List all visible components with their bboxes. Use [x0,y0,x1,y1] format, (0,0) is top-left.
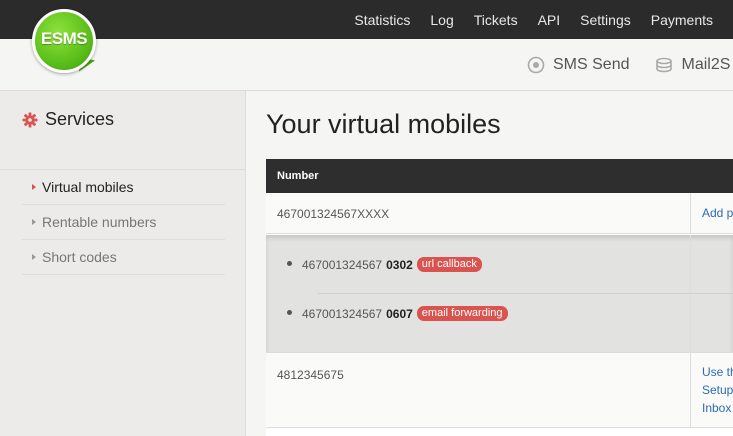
column-header-number: Number [277,170,319,182]
row-actions: Add p [690,193,733,233]
caret-right-icon [32,254,36,260]
nav-settings[interactable]: Settings [580,12,631,28]
subnumber-suffix: 0607 [386,306,413,321]
table-row[interactable]: 467001324567XXXX Add p [266,193,733,234]
caret-right-icon [32,219,36,225]
nav-payments[interactable]: Payments [651,12,713,28]
sidebar-item-virtual-mobiles[interactable]: Virtual mobiles [22,170,225,205]
nav-statistics[interactable]: Statistics [354,12,410,28]
row-action-links: Use th Setup Inbox [691,353,733,417]
main-content: Your virtual mobiles Number 467001324567… [246,91,733,436]
subnumber-prefix: 467001324567 [302,306,383,321]
bullet-icon [287,261,292,266]
row-number: 467001324567XXXX [277,207,390,221]
subnumber-item[interactable]: 467001324567 0607 email forwarding [287,306,508,321]
inbox-link[interactable]: Inbox [691,399,733,417]
row-number: 4812345675 [277,368,344,382]
subnumber-prefix: 467001324567 [302,257,383,272]
logo-text: ESMS [40,29,88,48]
page-title: Your virtual mobiles [266,109,501,139]
setup-link[interactable]: Setup [691,381,733,399]
add-link[interactable]: Add p [691,193,733,221]
virtual-mobiles-table: Number 467001324567XXXX Add p 4670013245… [266,159,733,436]
caret-right-icon [32,184,36,190]
gear-icon [22,112,38,127]
sidebar-title: Services [22,109,114,130]
use-link[interactable]: Use th [691,363,733,381]
top-nav: Statistics Log Tickets API Settings Paym… [354,0,713,39]
header-bar: SMS Send Mail2S [0,39,733,91]
nav-api[interactable]: API [538,12,561,28]
sidebar-item-label: Rentable numbers [42,214,157,230]
mail2sms-label: Mail2S [681,56,731,73]
nav-log[interactable]: Log [430,12,453,28]
sidebar-item-label: Virtual mobiles [42,179,134,195]
top-navbar: Statistics Log Tickets API Settings Paym… [0,0,733,39]
email-forwarding-badge: email forwarding [416,306,508,321]
sidebar-item-short-codes[interactable]: Short codes [22,240,225,275]
mail2sms-link[interactable]: Mail2S [655,56,730,74]
sidebar: Services Virtual mobiles Rentable number… [0,91,246,436]
sidebar-item-rentable-numbers[interactable]: Rentable numbers [22,205,225,240]
sidebar-title-label: Services [45,109,115,129]
sidebar-item-label: Short codes [42,249,117,265]
table-row[interactable]: 4812345675 Use th Setup Inbox [266,352,733,428]
panel-actions-column [690,235,733,352]
url-callback-badge: url callback [416,257,482,272]
sms-send-icon [527,56,545,74]
subnumbers-panel: 467001324567 0302 url callback 467001324… [266,235,733,352]
sub-nav: SMS Send Mail2S [527,39,730,91]
row-actions: Use th Setup Inbox [690,353,733,427]
bullet-icon [287,310,292,315]
sms-send-link[interactable]: SMS Send [527,56,629,74]
subnumber-suffix: 0302 [386,257,413,272]
nav-tickets[interactable]: Tickets [474,12,518,28]
table-header: Number [266,159,733,193]
subnumber-item[interactable]: 467001324567 0302 url callback [287,257,482,272]
sidebar-menu: Virtual mobiles Rentable numbers Short c… [22,170,225,275]
mail2sms-icon [656,57,673,73]
esms-logo[interactable]: ESMS [32,9,96,75]
subnumber-divider [318,293,733,294]
sms-send-label: SMS Send [553,56,630,73]
